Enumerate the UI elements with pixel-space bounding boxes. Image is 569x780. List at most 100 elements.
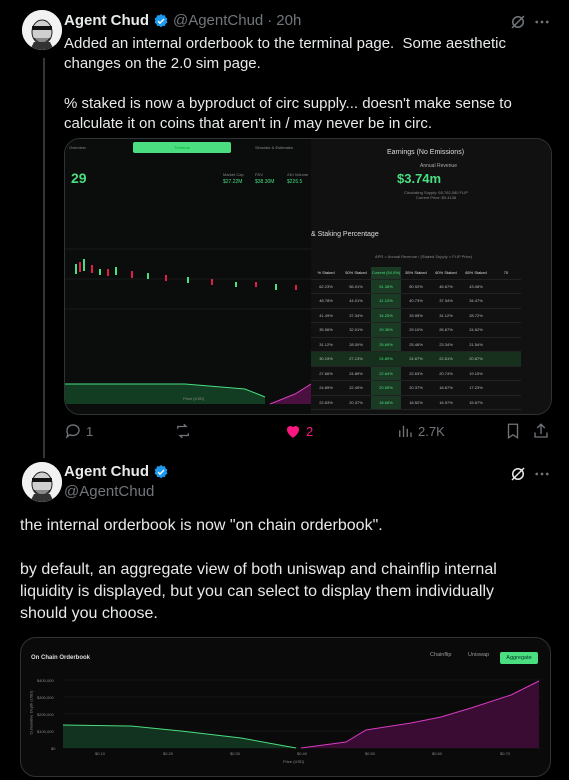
table-cell: 28.72%	[461, 308, 491, 323]
table-cell: 37.34%	[341, 308, 371, 323]
author-name[interactable]: Agent Chud	[64, 12, 149, 29]
heart-icon	[286, 425, 300, 438]
table-cell: 31.12%	[311, 337, 341, 352]
timestamp[interactable]: 20h	[276, 12, 301, 29]
verified-icon	[154, 464, 168, 478]
like-button[interactable]: 2	[284, 422, 313, 440]
table-cell: 46.67%	[431, 279, 461, 294]
table-cell-empty	[491, 322, 521, 338]
xtick: $0.10	[95, 751, 106, 756]
table-row: 48.78% 44.01% 41.10% 40.73% 37.34% 34.47%	[311, 293, 521, 309]
author-handle[interactable]: @AgentChud	[173, 12, 263, 29]
col-header: Current (54.5%)	[371, 267, 401, 280]
retweet-button[interactable]	[174, 422, 196, 440]
earnings-title: Earnings (No Emissions)	[387, 149, 465, 156]
table-cell: 28.00%	[341, 337, 371, 352]
stat-label-fdv: FDV	[255, 172, 263, 177]
col-header: % Staked	[311, 267, 341, 280]
table-cell-empty	[491, 351, 521, 367]
annual-revenue: $3.74m	[397, 171, 442, 186]
tweet1-header: Agent Chud @AgentChud · 20h	[64, 12, 301, 29]
xtick: $0.70	[500, 751, 511, 756]
tweet1-text: Added an internal orderbook to the termi…	[64, 35, 512, 132]
table-cell: 20.37%	[401, 380, 431, 396]
more-icon[interactable]	[533, 13, 551, 31]
orderbook-depth-chart	[62, 679, 541, 749]
table-cell: 24.62%	[461, 322, 491, 338]
table-row: 35.56% 32.01% 29.36% 29.10% 26.67% 24.62%	[311, 322, 521, 338]
stat-vol: $226.5	[287, 179, 303, 185]
retweet-icon	[177, 423, 189, 439]
table-cell: 30.15%	[311, 351, 341, 367]
tweet2-media[interactable]: On Chain Orderbook Chainflip Uniswap Agg…	[20, 637, 551, 777]
like-count: 2	[306, 423, 314, 439]
table-cell: 29.36%	[371, 322, 401, 338]
table-cell: 41.10%	[371, 293, 401, 309]
tab-simulate: Simulate & Estimates	[255, 145, 294, 150]
table-cell: 31.12%	[431, 308, 461, 323]
table-cell: 50.92%	[401, 279, 431, 294]
table-cell: 23.34%	[431, 337, 461, 352]
grok-icon[interactable]	[509, 13, 527, 31]
xtick: $0.50	[365, 751, 376, 756]
table-cell: 56.01%	[341, 279, 371, 294]
share-button[interactable]	[532, 422, 550, 440]
table-cell-empty	[491, 293, 521, 309]
table-cell: 16.97%	[431, 395, 461, 410]
table-row: 62.23% 56.01% 51.38% 50.92% 46.67% 43.08%	[311, 279, 521, 294]
table-cell: 22.61%	[431, 351, 461, 367]
table-cell: 43.08%	[461, 279, 491, 294]
col-header: 50% Staked	[341, 267, 371, 280]
avatar[interactable]	[22, 10, 62, 50]
avatar[interactable]	[22, 462, 62, 502]
verified-icon	[154, 13, 168, 27]
table-row: 27.66% 24.89% 22.84% 22.63% 20.74% 19.15%	[311, 366, 521, 381]
table-cell: 34.25%	[371, 308, 401, 323]
earnings-panel: Earnings (No Emissions) Annual Revenue $…	[311, 139, 551, 414]
table-cell-empty	[491, 308, 521, 323]
share-icon	[534, 423, 548, 438]
apr-note: APR = Annual Revenue / (Staked Supply × …	[375, 254, 473, 259]
table-cell: 20.37%	[341, 395, 371, 410]
table-cell: 20.74%	[431, 366, 461, 381]
table-cell: 18.68%	[371, 395, 401, 410]
author-name[interactable]: Agent Chud	[64, 463, 149, 480]
table-cell: 32.01%	[341, 322, 371, 338]
price-value: 29	[71, 170, 87, 186]
table-cell: 24.89%	[371, 351, 401, 367]
reply-count: 1	[86, 423, 94, 439]
views-button[interactable]: 2.7K	[396, 422, 445, 440]
table-cell-empty	[491, 395, 521, 410]
x-axis-label: Price (USD)	[283, 759, 305, 764]
col-header: 70	[491, 267, 521, 280]
ytick: $200,000	[37, 712, 54, 717]
reply-button[interactable]: 1	[64, 422, 93, 440]
grok-icon[interactable]	[509, 465, 527, 483]
table-cell: 24.89%	[341, 366, 371, 381]
more-icon[interactable]	[533, 465, 551, 483]
xtick: $0.20	[163, 751, 174, 756]
table-cell: 22.84%	[371, 366, 401, 381]
staking-table: % Staked 50% Staked Current (54.5%) 55% …	[311, 267, 521, 410]
y-axis-label: Cumulative Depth (USD)	[28, 690, 34, 735]
tweet1-media[interactable]: Overview Terminal Simulate & Estimates 2…	[64, 138, 552, 415]
view-count: 2.7K	[418, 423, 445, 439]
table-cell: 33.95%	[401, 308, 431, 323]
views-icon	[399, 425, 412, 437]
table-cell: 37.34%	[431, 293, 461, 309]
table-cell: 51.38%	[371, 279, 401, 294]
table-cell: 20.55%	[371, 380, 401, 396]
table-cell: 26.67%	[431, 322, 461, 338]
ytick: $300,000	[37, 695, 54, 700]
table-row: 41.49% 37.34% 34.25% 33.95% 31.12% 28.72%	[311, 308, 521, 323]
table-header-row: % Staked 50% Staked Current (54.5%) 55% …	[311, 267, 521, 280]
table-cell: 48.78%	[311, 293, 341, 309]
table-cell: 19.15%	[461, 366, 491, 381]
table-cell: 34.47%	[461, 293, 491, 309]
thread-line	[43, 58, 45, 458]
bookmark-button[interactable]	[504, 422, 522, 440]
tweet2-text: the internal orderbook is now "on chain …	[20, 517, 497, 622]
author-handle[interactable]: @AgentChud	[64, 483, 154, 500]
table-cell: 18.67%	[431, 380, 461, 396]
terminal-screenshot: Overview Terminal Simulate & Estimates 2…	[65, 139, 311, 414]
